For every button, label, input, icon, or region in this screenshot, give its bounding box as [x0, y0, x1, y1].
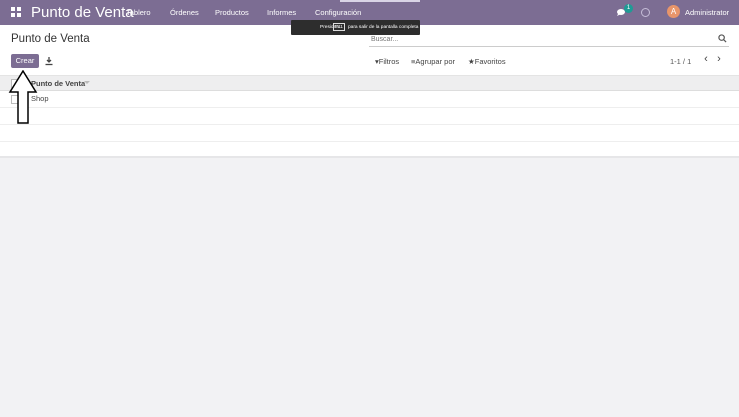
filters-label: Filtros	[378, 57, 400, 66]
list-view: Punto de Venta Shop	[0, 76, 739, 156]
chevron-right-icon[interactable]: ›	[714, 54, 724, 66]
column-header-punto-de-venta[interactable]: Punto de Venta	[31, 79, 85, 88]
create-button[interactable]: Crear	[11, 54, 39, 68]
search-icon[interactable]	[718, 34, 727, 43]
chevron-left-icon[interactable]: ‹	[701, 54, 711, 66]
avatar[interactable]: A	[667, 5, 680, 18]
search-input[interactable]	[371, 33, 701, 46]
toast-text-after: para salir de la pantalla completa	[348, 25, 419, 30]
list-header: Punto de Venta	[0, 76, 739, 91]
arrow-up-icon	[8, 70, 38, 124]
empty-row	[0, 125, 739, 142]
user-name[interactable]: Administrator	[685, 8, 729, 17]
app-title[interactable]: Punto de Venta	[31, 4, 134, 21]
sort-icon	[84, 81, 90, 84]
menu-item-informes[interactable]: Informes	[267, 8, 296, 17]
menu-item-ordenes[interactable]: Órdenes	[170, 8, 199, 17]
search-box	[369, 33, 729, 47]
table-row[interactable]: Shop	[0, 91, 739, 108]
list-bottom-border	[0, 156, 739, 158]
clock-icon[interactable]	[641, 8, 650, 17]
notification-badge: 1	[624, 4, 633, 13]
menu-item-configuracion[interactable]: Configuración	[315, 8, 361, 17]
fullscreen-toast: Presiona F11 para salir de la pantalla c…	[291, 20, 420, 35]
favorites-label: Favoritos	[474, 57, 506, 66]
star-icon: ★	[468, 57, 475, 66]
tab-indicator	[340, 0, 420, 2]
breadcrumb: Punto de Venta	[11, 33, 90, 45]
group-by-label: Agrupar por	[415, 57, 455, 66]
download-icon[interactable]	[44, 56, 54, 66]
pager-value[interactable]: 1-1 / 1	[670, 57, 691, 66]
empty-row	[0, 108, 739, 125]
menu-item-productos[interactable]: Productos	[215, 8, 249, 17]
group-by-button[interactable]: ≡Agrupar por	[411, 57, 455, 66]
menu-item-tablero[interactable]: Tablero	[126, 8, 151, 17]
apps-icon[interactable]	[11, 7, 21, 17]
filters-button[interactable]: ▾Filtros	[375, 57, 399, 66]
toast-key: F11	[333, 23, 345, 31]
favorites-button[interactable]: ★Favoritos	[468, 57, 506, 66]
